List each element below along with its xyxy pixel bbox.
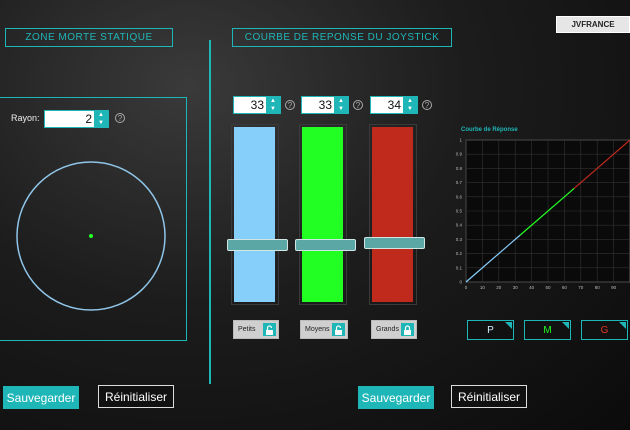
x-tick-label: 90: [611, 285, 617, 290]
x-tick-label: 40: [529, 285, 535, 290]
unlock-icon: [263, 323, 276, 336]
y-tick-label: 0.3: [456, 237, 463, 242]
spinner-up-icon[interactable]: ▲: [266, 97, 280, 105]
medium-lock-label: Moyens: [305, 326, 330, 333]
spinner-up-icon[interactable]: ▲: [334, 97, 348, 105]
y-tick-label: 0.6: [456, 194, 463, 199]
radius-spinner[interactable]: 2 ▲ ▼: [44, 110, 109, 128]
large-help-icon[interactable]: ?: [422, 100, 432, 110]
spinner-up-icon[interactable]: ▲: [403, 97, 417, 105]
small-help-icon[interactable]: ?: [285, 100, 295, 110]
small-spinner-arrows[interactable]: ▲ ▼: [266, 97, 280, 113]
large-value: 34: [387, 98, 401, 112]
range-button-g[interactable]: G: [581, 320, 628, 340]
response-curve-chart: Courbe de Réponse 0 10 20 30 40 50 60 70 80 90 0 0.…: [456, 127, 630, 290]
medium-value-spinner[interactable]: 33 ▲ ▼: [301, 96, 349, 114]
small-lock-label: Petits: [238, 326, 256, 333]
curve-title: COURBE DE REPONSE DU JOYSTICK: [232, 28, 452, 47]
range-label-m: M: [543, 324, 552, 336]
corner-icon: [562, 322, 569, 329]
y-tick-label: 0: [459, 280, 462, 285]
deadzone-preview: [16, 161, 166, 311]
range-label-g: G: [600, 324, 609, 336]
large-slider-thumb[interactable]: [364, 237, 425, 250]
reset-button-right[interactable]: Réinitialiser: [451, 385, 527, 408]
user-badge[interactable]: JVFRANCE: [556, 16, 630, 33]
corner-icon: [619, 322, 626, 329]
y-tick-label: 0.9: [456, 152, 463, 157]
medium-slider-fill: [302, 127, 343, 302]
medium-slider-thumb[interactable]: [295, 239, 356, 252]
large-lock-button[interactable]: Grands: [371, 320, 417, 339]
small-slider-fill: [234, 127, 275, 302]
spinner-up-icon[interactable]: ▲: [94, 111, 108, 119]
deadzone-center-dot: [89, 234, 93, 238]
spinner-down-icon[interactable]: ▼: [403, 105, 417, 113]
y-tick-label: 0.2: [456, 251, 463, 256]
radius-value: 2: [85, 112, 92, 126]
range-button-m[interactable]: M: [524, 320, 571, 340]
x-tick-label: 30: [513, 285, 519, 290]
radius-spinner-arrows[interactable]: ▲ ▼: [94, 111, 108, 127]
x-tick-label: 70: [578, 285, 584, 290]
deadzone-title: ZONE MORTE STATIQUE: [5, 28, 173, 47]
corner-icon: [505, 322, 512, 329]
y-tick-label: 0.4: [456, 223, 463, 228]
x-tick-label: 60: [562, 285, 568, 290]
reset-button-left[interactable]: Réinitialiser: [98, 385, 174, 408]
small-slider-thumb[interactable]: [227, 239, 288, 252]
spinner-down-icon[interactable]: ▼: [94, 119, 108, 127]
y-tick-label: 0.5: [456, 209, 463, 214]
y-tick-label: 0.8: [456, 166, 463, 171]
small-value-spinner[interactable]: 33 ▲ ▼: [233, 96, 281, 114]
medium-help-icon[interactable]: ?: [353, 100, 363, 110]
large-slider[interactable]: [369, 124, 417, 305]
lock-icon: [401, 323, 414, 336]
radius-help-icon[interactable]: ?: [115, 113, 125, 123]
spinner-down-icon[interactable]: ▼: [266, 105, 280, 113]
small-lock-button[interactable]: Petits: [233, 320, 279, 339]
y-tick-label: 0.7: [456, 180, 463, 185]
section-divider: [209, 40, 211, 384]
save-button-right[interactable]: Sauvegarder: [358, 386, 434, 409]
save-button-left[interactable]: Sauvegarder: [3, 386, 79, 409]
range-label-p: P: [487, 324, 494, 336]
chart-title: Courbe de Réponse: [461, 127, 518, 133]
medium-lock-button[interactable]: Moyens: [300, 320, 348, 339]
large-value-spinner[interactable]: 34 ▲ ▼: [370, 96, 418, 114]
medium-value: 33: [318, 98, 332, 112]
spinner-down-icon[interactable]: ▼: [334, 105, 348, 113]
small-slider[interactable]: [231, 124, 279, 305]
small-value: 33: [250, 98, 264, 112]
x-tick-label: 50: [545, 285, 551, 290]
radius-label: Rayon:: [11, 113, 40, 123]
range-button-p[interactable]: P: [467, 320, 514, 340]
x-tick-label: 80: [595, 285, 601, 290]
x-tick-label: 20: [496, 285, 502, 290]
large-spinner-arrows[interactable]: ▲ ▼: [403, 97, 417, 113]
y-tick-label: 1: [459, 138, 462, 143]
medium-spinner-arrows[interactable]: ▲ ▼: [334, 97, 348, 113]
large-slider-fill: [372, 127, 413, 302]
large-lock-label: Grands: [376, 326, 399, 333]
medium-slider[interactable]: [299, 124, 347, 305]
x-tick-label: 10: [480, 285, 486, 290]
y-tick-label: 0.1: [456, 265, 463, 270]
x-tick-label: 0: [465, 285, 468, 290]
unlock-icon: [332, 323, 345, 336]
